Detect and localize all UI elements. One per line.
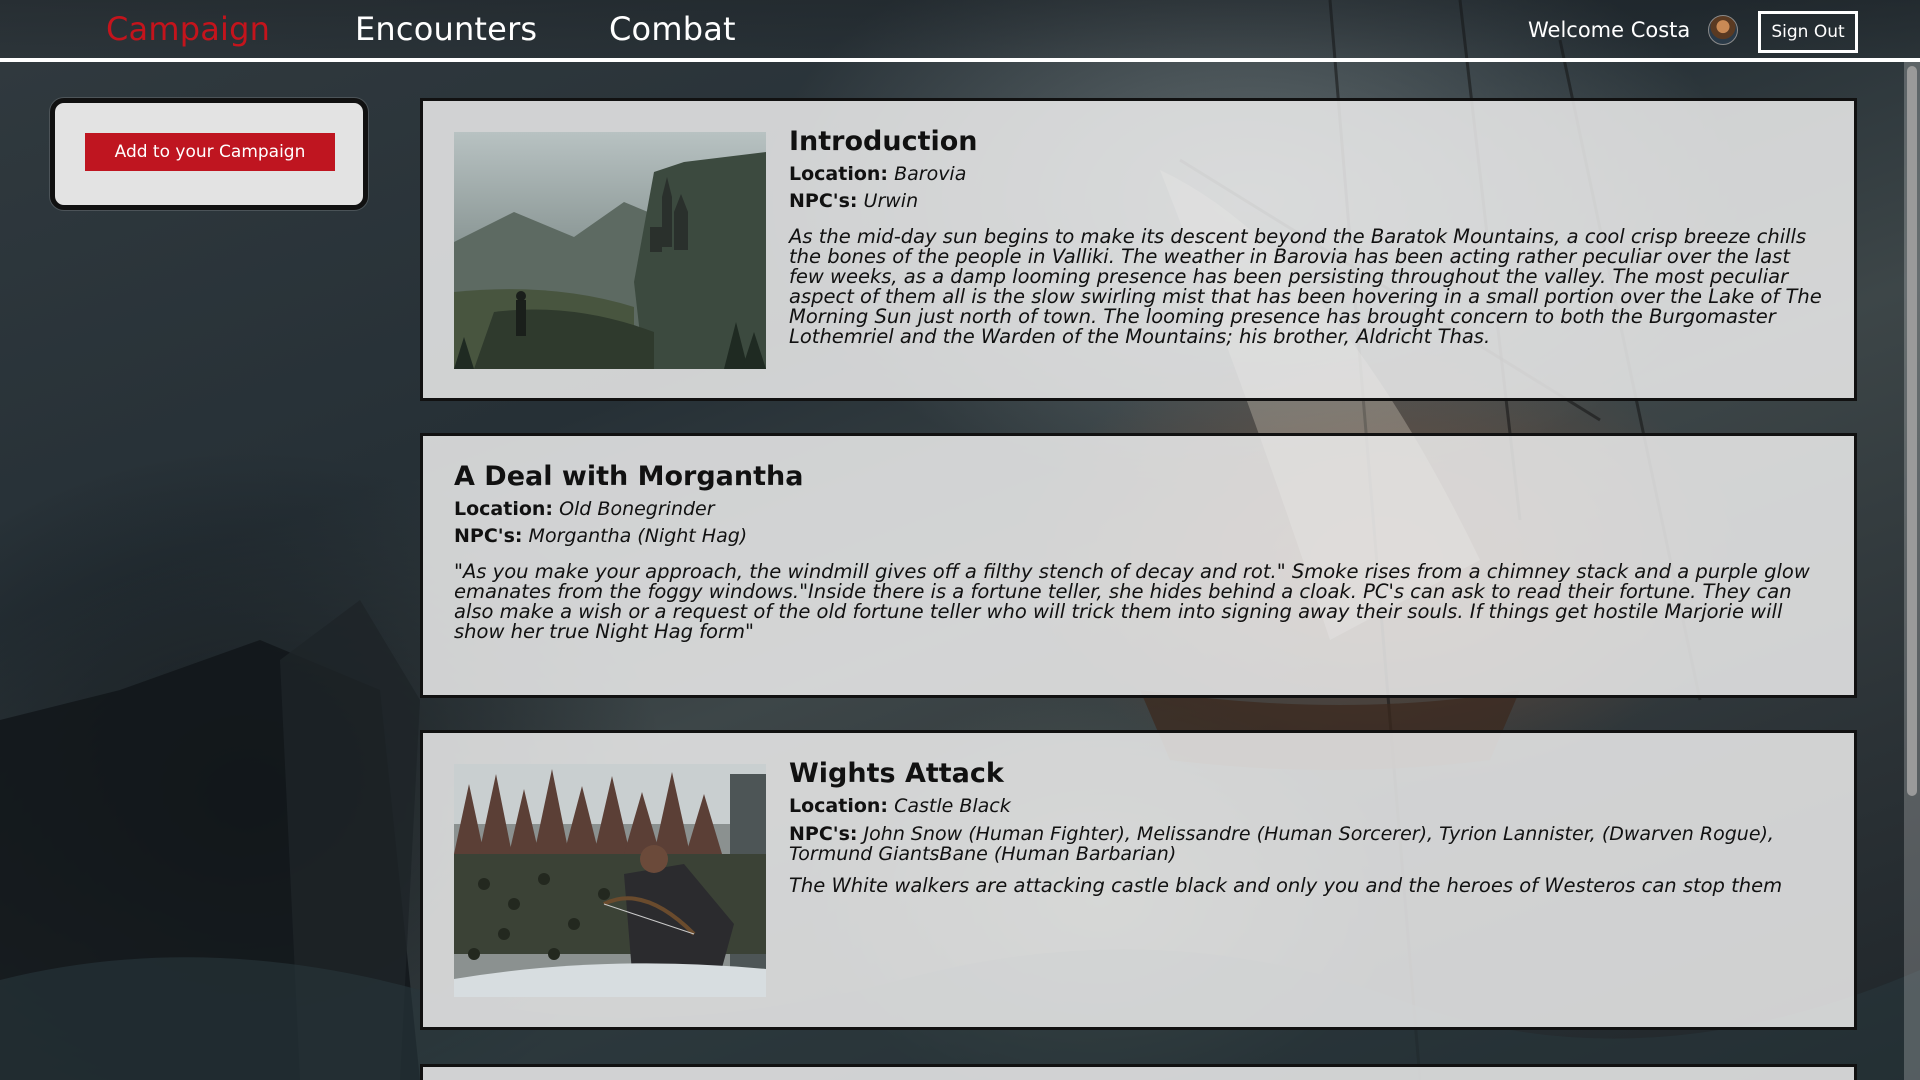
location-value: Barovia	[894, 163, 967, 185]
location-label: Location:	[454, 498, 554, 520]
encounter-location: Location: Old Bonegrinder	[454, 496, 1824, 523]
location-label: Location:	[789, 795, 889, 817]
npcs-value: Morgantha (Night Hag)	[528, 525, 748, 547]
encounter-description: The White walkers are attacking castle b…	[789, 874, 1783, 897]
encounter-title: A Deal with Morgantha	[454, 461, 804, 492]
encounter-card[interactable]: Wights Attack Location: Castle Black NPC…	[420, 730, 1857, 1030]
encounter-npcs: NPC's: Morgantha (Night Hag)	[454, 523, 1824, 550]
location-label: Location:	[789, 163, 889, 185]
encounter-card[interactable]: Introduction Location: Barovia NPC's: Ur…	[420, 98, 1857, 401]
npcs-value: Urwin	[863, 190, 919, 212]
encounter-details: Wights Attack Location: Castle Black NPC…	[789, 758, 1824, 896]
nav-link-campaign[interactable]: Campaign	[106, 10, 270, 48]
scrollbar-thumb[interactable]	[1907, 66, 1917, 796]
location-value: Old Bonegrinder	[559, 498, 715, 520]
npcs-label: NPC's:	[789, 823, 858, 845]
encounter-details: A Deal with Morgantha Location: Old Bone…	[454, 461, 1824, 642]
avatar[interactable]	[1708, 15, 1738, 45]
encounter-card[interactable]	[420, 1064, 1857, 1080]
encounter-npcs: NPC's: John Snow (Human Fighter), Meliss…	[789, 824, 1824, 864]
encounter-image-battle	[454, 764, 766, 997]
npcs-value: John Snow (Human Fighter), Melissandre (…	[789, 823, 1774, 865]
top-navigation-bar: Campaign Encounters Combat Welcome Costa…	[0, 0, 1920, 62]
encounter-title: Introduction	[789, 126, 978, 157]
encounter-location: Location: Barovia	[789, 161, 1824, 188]
npcs-label: NPC's:	[454, 525, 523, 547]
encounter-npcs: NPC's: Urwin	[789, 188, 1824, 215]
encounter-description: "As you make your approach, the windmill…	[454, 560, 1810, 643]
encounter-location: Location: Castle Black	[789, 793, 1824, 820]
sidebar-panel: Add to your Campaign	[50, 98, 368, 210]
nav-link-encounters[interactable]: Encounters	[355, 10, 537, 48]
location-value: Castle Black	[894, 795, 1011, 817]
encounter-description: As the mid-day sun begins to make its de…	[789, 225, 1822, 348]
encounter-image-castle	[454, 132, 766, 369]
encounter-card[interactable]: A Deal with Morgantha Location: Old Bone…	[420, 433, 1857, 698]
encounter-title: Wights Attack	[789, 758, 1004, 789]
npcs-label: NPC's:	[789, 190, 858, 212]
sign-out-button[interactable]: Sign Out	[1758, 11, 1858, 53]
nav-link-combat[interactable]: Combat	[609, 10, 736, 48]
scrollbar[interactable]	[1904, 62, 1920, 1080]
encounter-details: Introduction Location: Barovia NPC's: Ur…	[789, 126, 1824, 347]
add-to-campaign-button[interactable]: Add to your Campaign	[85, 133, 335, 171]
welcome-message: Welcome Costa	[1528, 18, 1691, 42]
